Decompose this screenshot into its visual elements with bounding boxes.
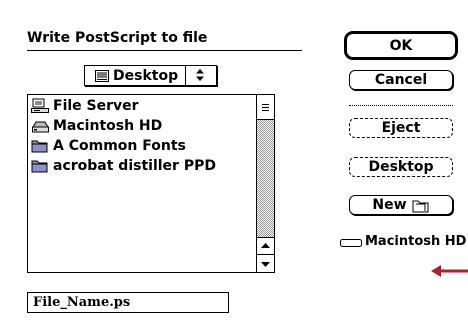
list-item[interactable]: Macintosh HD xyxy=(31,116,162,136)
list-menu-icon[interactable] xyxy=(257,95,274,120)
new-folder-label: New xyxy=(372,197,407,213)
desktop-button[interactable]: Desktop xyxy=(349,157,453,177)
scroll-down-arrow-icon[interactable] xyxy=(257,254,274,272)
folder-popup-menu[interactable]: Desktop xyxy=(84,65,217,86)
file-list-rows: File Server Macintosh HD A Common Fonts … xyxy=(28,95,256,272)
save-dialog: Write PostScript to file Desktop File Se… xyxy=(0,0,468,329)
current-volume: Macintosh HD xyxy=(340,234,466,249)
list-item-label: acrobat distiller PPD xyxy=(53,158,216,174)
list-item-label: Macintosh HD xyxy=(53,118,163,134)
list-item-label: File Server xyxy=(53,98,139,114)
left-arrow-icon xyxy=(431,263,468,277)
ok-button[interactable]: OK xyxy=(344,31,458,60)
list-item[interactable]: A Common Fonts xyxy=(31,136,186,156)
new-folder-icon xyxy=(412,198,430,213)
title-divider xyxy=(27,50,302,51)
eject-button[interactable]: Eject xyxy=(349,118,453,138)
file-server-icon xyxy=(31,98,50,114)
list-item-label: A Common Fonts xyxy=(53,138,186,154)
hard-disk-icon xyxy=(31,118,50,134)
button-divider xyxy=(349,105,453,106)
updown-arrows-icon xyxy=(190,67,210,83)
scroll-up-arrow-icon[interactable] xyxy=(257,237,274,255)
file-list[interactable]: File Server Macintosh HD A Common Fonts … xyxy=(27,94,275,273)
folder-icon xyxy=(31,138,50,154)
folder-icon xyxy=(31,158,50,174)
dialog-title: Write PostScript to file xyxy=(27,30,208,46)
new-folder-button[interactable]: New xyxy=(349,195,453,215)
volume-label: Macintosh HD xyxy=(365,234,467,249)
list-item[interactable]: File Server xyxy=(31,96,139,116)
scroll-track[interactable] xyxy=(257,120,274,237)
filename-field[interactable]: File_Name.ps xyxy=(27,292,229,313)
list-item[interactable]: acrobat distiller PPD xyxy=(31,156,216,176)
folder-popup-label: Desktop xyxy=(113,67,179,84)
cancel-button[interactable]: Cancel xyxy=(349,70,453,90)
desktop-icon xyxy=(95,69,109,82)
vertical-scrollbar[interactable] xyxy=(256,95,274,272)
hard-disk-icon xyxy=(340,237,362,247)
